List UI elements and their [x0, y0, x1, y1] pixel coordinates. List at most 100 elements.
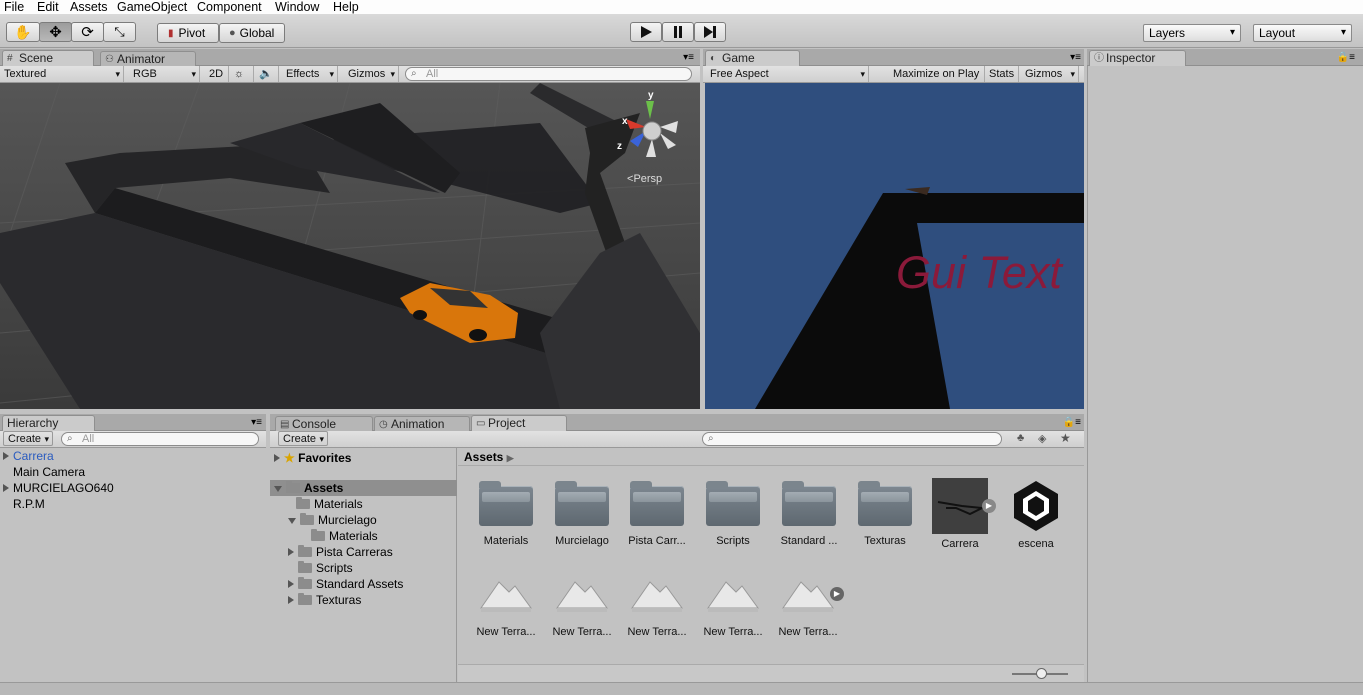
asset-terrain-1[interactable]: New Terra...: [471, 574, 541, 638]
asset-label: Murcielago: [555, 535, 609, 547]
hierarchy-item-label: MURCIELAGO640: [13, 481, 114, 495]
shading-mode-dropdown[interactable]: Textured: [0, 66, 124, 82]
tab-animation[interactable]: ◷ Animation: [374, 416, 470, 432]
tab-project-label: Project: [488, 416, 526, 430]
hierarchy-item-main-camera[interactable]: Main Camera: [13, 464, 85, 480]
hierarchy-item-carrera[interactable]: Carrera: [3, 448, 54, 464]
game-panel-menu-icon[interactable]: ▾≡: [1070, 52, 1081, 63]
tree-assets[interactable]: Assets: [270, 480, 457, 496]
scene-search-input[interactable]: ⌕ All: [405, 67, 692, 81]
tab-game[interactable]: ◐ Game: [705, 50, 800, 67]
step-button[interactable]: [694, 22, 726, 42]
filter-type-icon[interactable]: ♣: [1017, 432, 1024, 444]
clock-icon: ◷: [379, 419, 388, 430]
asset-terrain-3[interactable]: New Terra...: [622, 574, 692, 638]
star-icon: ★: [284, 451, 295, 465]
lighting-toggle[interactable]: ☼: [230, 66, 254, 82]
gizmos-dropdown[interactable]: Gizmos: [344, 66, 399, 82]
hierarchy-create-button[interactable]: Create: [3, 431, 53, 446]
expand-arrow-icon: [3, 484, 9, 492]
menu-help[interactable]: Help: [333, 0, 359, 14]
tree-materials[interactable]: Materials: [296, 496, 363, 512]
asset-folder-materials[interactable]: Materials: [471, 481, 541, 547]
stats-toggle[interactable]: Stats: [985, 66, 1019, 82]
aspect-dropdown[interactable]: Free Aspect: [706, 66, 869, 82]
tab-animator[interactable]: ⚇ Animator: [100, 51, 196, 67]
pivot-toggle[interactable]: ▮ Pivot: [157, 23, 219, 43]
tree-favorites[interactable]: ★ Favorites: [274, 450, 351, 466]
asset-terrain-2[interactable]: New Terra...: [547, 574, 617, 638]
tab-project[interactable]: ▭ Project: [471, 415, 567, 432]
move-tool-button[interactable]: ✥: [39, 22, 72, 42]
scale-tool-button[interactable]: ⤡: [103, 22, 136, 42]
game-gizmos-dropdown[interactable]: Gizmos: [1021, 66, 1079, 82]
hierarchy-search-placeholder: All: [82, 433, 95, 445]
asset-terrain-4[interactable]: New Terra...: [698, 574, 768, 638]
menu-edit[interactable]: Edit: [37, 0, 59, 14]
maximize-on-play-toggle[interactable]: Maximize on Play: [889, 66, 985, 82]
favorite-star-icon[interactable]: ★: [1060, 431, 1071, 445]
tree-murcielago-materials[interactable]: Materials: [311, 528, 378, 544]
persp-label[interactable]: <Persp: [627, 173, 662, 185]
hierarchy-menu-icon[interactable]: ▾≡: [251, 417, 262, 428]
pause-button[interactable]: [662, 22, 694, 42]
folder-icon: [286, 481, 300, 493]
tree-texturas[interactable]: Texturas: [288, 592, 361, 608]
play-button[interactable]: [630, 22, 662, 42]
project-search-input[interactable]: ⌕: [702, 432, 1002, 446]
hierarchy-item-rpm[interactable]: R.P.M: [13, 496, 45, 512]
info-icon: ⓘ: [1094, 53, 1104, 64]
hierarchy-item-murcielago[interactable]: MURCIELAGO640: [3, 480, 114, 496]
tree-murcielago[interactable]: Murcielago: [288, 512, 377, 528]
breadcrumb-assets[interactable]: Assets: [464, 450, 503, 464]
asset-folder-texturas[interactable]: Texturas: [850, 481, 920, 547]
lock-icon[interactable]: 🔒≡: [1337, 52, 1355, 63]
move-icon: ✥: [49, 24, 62, 41]
audio-toggle[interactable]: 🔈: [255, 66, 279, 82]
menu-component[interactable]: Component: [197, 0, 262, 14]
tree-scripts[interactable]: Scripts: [298, 560, 353, 576]
tree-assets-label: Assets: [304, 481, 344, 495]
scene-orientation-gizmo[interactable]: [616, 89, 686, 169]
tree-standard-assets[interactable]: Standard Assets: [288, 576, 403, 592]
asset-scene-escena[interactable]: escena: [1001, 478, 1071, 550]
layers-dropdown[interactable]: Layers: [1143, 24, 1241, 42]
menu-window[interactable]: Window: [275, 0, 319, 14]
scene-viewport[interactable]: y x z <Persp: [0, 83, 700, 409]
game-viewport[interactable]: Gui Text: [705, 83, 1084, 409]
asset-folder-murcielago[interactable]: Murcielago: [547, 481, 617, 547]
menu-assets[interactable]: Assets: [70, 0, 108, 14]
expand-circle-icon[interactable]: ▶: [830, 587, 844, 601]
asset-folder-standard[interactable]: Standard ...: [774, 481, 844, 547]
panel-menu-icon[interactable]: ▾≡: [683, 52, 694, 63]
render-mode-dropdown[interactable]: RGB: [129, 66, 200, 82]
tab-hierarchy[interactable]: Hierarchy: [2, 415, 95, 432]
project-create-button[interactable]: Create: [278, 431, 328, 446]
tab-inspector[interactable]: ⓘ Inspector: [1089, 50, 1186, 67]
layout-dropdown[interactable]: Layout: [1253, 24, 1352, 42]
zoom-slider-thumb[interactable]: [1036, 668, 1047, 679]
persp-text: Persp: [633, 173, 663, 185]
tree-pista-carreras[interactable]: Pista Carreras: [288, 544, 393, 560]
hierarchy-search-input[interactable]: ⌕ All: [61, 432, 259, 446]
animator-icon: ⚇: [105, 54, 114, 65]
effects-dropdown[interactable]: Effects: [282, 66, 338, 82]
rotate-tool-button[interactable]: ⟳: [71, 22, 104, 42]
asset-label: New Terra...: [627, 626, 687, 638]
project-lock-icon[interactable]: 🔒≡: [1063, 417, 1081, 428]
expand-circle-icon[interactable]: ▶: [982, 499, 996, 513]
tab-console[interactable]: ▤ Console: [275, 416, 373, 432]
menu-gameobject[interactable]: GameObject: [117, 0, 187, 14]
menu-file[interactable]: File: [4, 0, 24, 14]
asset-prefab-carrera[interactable]: ▶ Carrera: [925, 478, 996, 550]
global-toggle[interactable]: ● Global: [219, 23, 285, 43]
hand-tool-button[interactable]: ✋: [6, 22, 40, 42]
mode-2d-toggle[interactable]: 2D: [205, 66, 229, 82]
asset-terrain-5[interactable]: ▶ New Terra...: [773, 574, 844, 638]
folder-icon: [555, 481, 609, 526]
filter-label-icon[interactable]: ◈: [1038, 432, 1046, 445]
game-controlbar: Free Aspect Maximize on Play Stats Gizmo…: [703, 66, 1084, 83]
asset-folder-pista[interactable]: Pista Carr...: [622, 481, 692, 547]
tab-scene[interactable]: # Scene: [2, 50, 94, 67]
asset-folder-scripts[interactable]: Scripts: [698, 481, 768, 547]
